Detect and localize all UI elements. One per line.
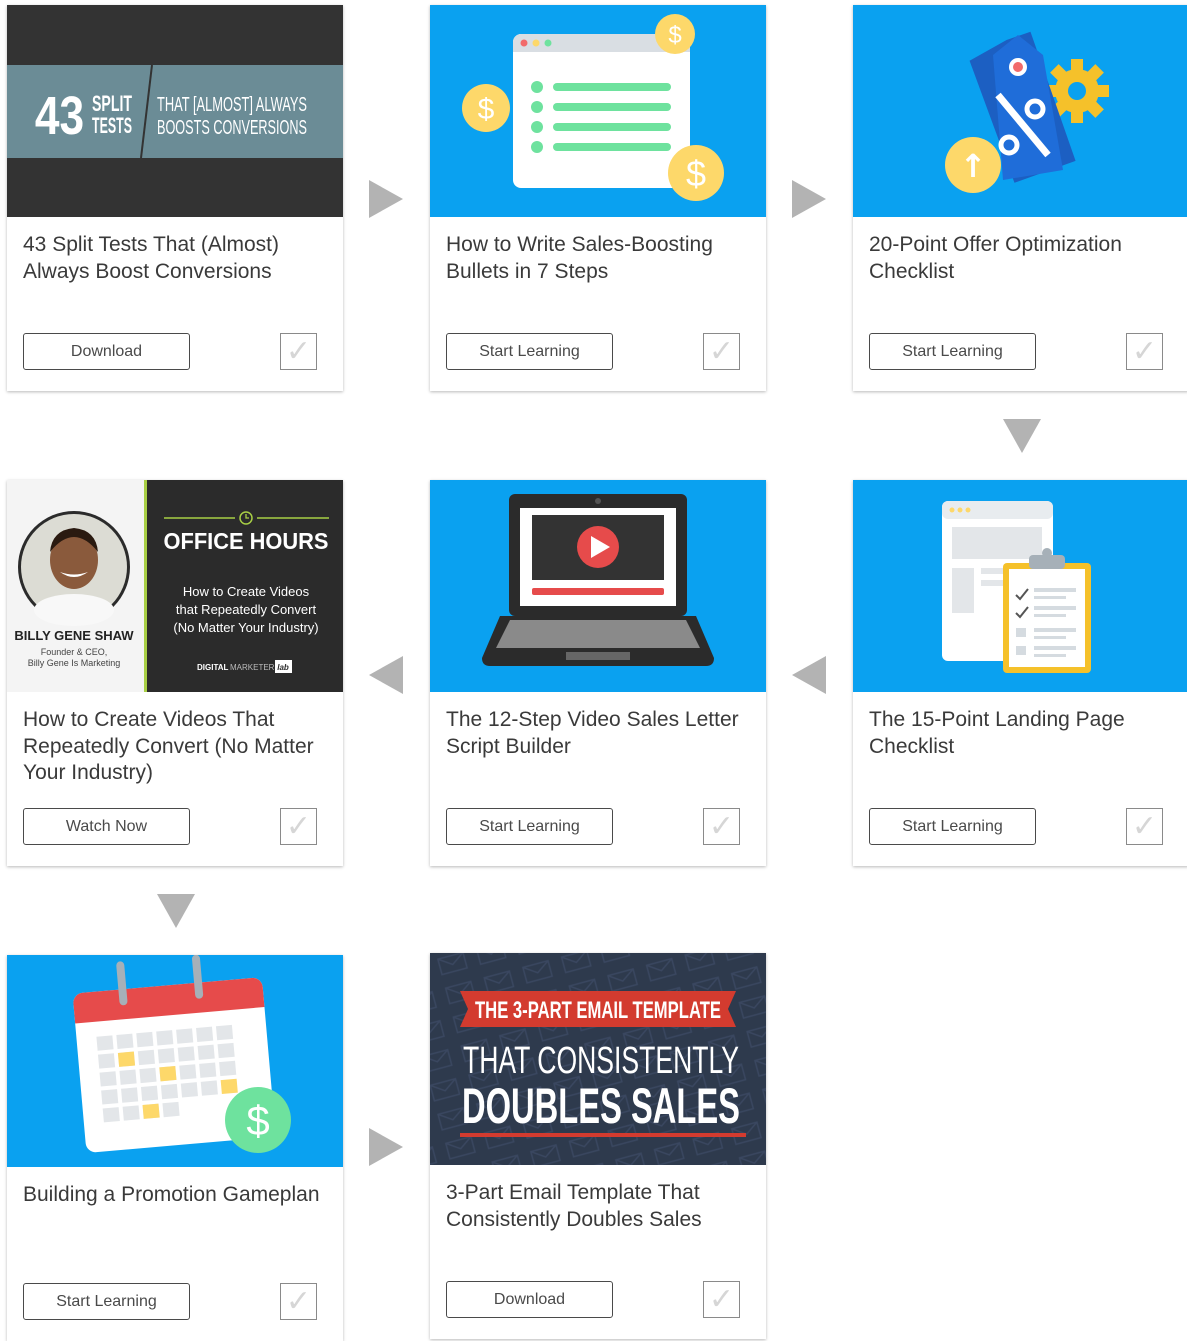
speaker-role: Founder & CEO, (41, 647, 108, 657)
arrow-right-icon (792, 180, 826, 218)
arrow-left-icon (369, 656, 403, 694)
card-offer-checklist: ↑ 20-Point Offer Optimization Checklist … (853, 5, 1187, 391)
check-icon: ✓ (1131, 334, 1158, 369)
card-thumbnail: $ (7, 955, 343, 1167)
thumb-line2: THAT CONSISTENTLY (463, 1040, 739, 1082)
arrow-down-icon (157, 894, 195, 928)
card-thumbnail (853, 480, 1187, 692)
complete-checkbox[interactable]: ✓ (280, 808, 317, 845)
speaker-company: Billy Gene Is Marketing (28, 658, 121, 668)
card-title: How to Write Sales-Boosting Bullets in 7… (446, 233, 713, 283)
arrow-left-icon (792, 656, 826, 694)
dollar-icon: $ (686, 153, 706, 194)
complete-checkbox[interactable]: ✓ (1126, 808, 1163, 845)
brand-tag: lab (277, 663, 289, 672)
check-icon: ✓ (708, 809, 735, 844)
card-thumbnail: ↑ (853, 5, 1187, 217)
thumb-tests: TESTS (92, 113, 132, 138)
complete-checkbox[interactable]: ✓ (703, 333, 740, 370)
thumb-number: 43 (35, 86, 84, 146)
check-icon: ✓ (708, 334, 735, 369)
card-thumbnail: BILLY GENE SHAW Founder & CEO, Billy Gen… (7, 480, 343, 692)
arrow-right-icon (369, 180, 403, 218)
check-icon: ✓ (285, 1284, 312, 1319)
check-icon: ✓ (285, 809, 312, 844)
arrow-down-icon (1003, 419, 1041, 453)
thumb-subtitle-2: that Repeatedly Convert (176, 602, 317, 617)
thumb-line3: DOUBLES SALES (462, 1078, 740, 1134)
card-title: 3-Part Email Template That Consistently … (446, 1181, 702, 1231)
thumb-line1: THE 3-PART EMAIL TEMPLATE (475, 997, 721, 1024)
brand-logo-light: MARKETER (230, 663, 275, 672)
dollar-icon: $ (246, 1097, 269, 1144)
start-learning-button[interactable]: Start Learning (869, 333, 1036, 370)
office-hours-heading: OFFICE HOURS (164, 528, 329, 554)
card-video-sales-letter: The 12-Step Video Sales Letter Script Bu… (430, 480, 766, 866)
complete-checkbox[interactable]: ✓ (703, 808, 740, 845)
dollar-icon: $ (668, 22, 681, 49)
card-thumbnail: 43 SPLIT TESTS THAT [ALMOST] ALWAYS BOOS… (7, 5, 343, 217)
up-arrow-icon: ↑ (960, 147, 987, 185)
check-icon: ✓ (285, 334, 312, 369)
start-learning-button[interactable]: Start Learning (23, 1283, 190, 1320)
card-title: 20-Point Offer Optimization Checklist (869, 233, 1122, 283)
thumb-line1: THAT [ALMOST] ALWAYS (157, 94, 307, 116)
dollar-icon: $ (478, 93, 495, 126)
card-email-template: THE 3-PART EMAIL TEMPLATE THAT CONSISTEN… (430, 953, 766, 1339)
arrow-right-icon (369, 1128, 403, 1166)
start-learning-button[interactable]: Start Learning (869, 808, 1036, 845)
check-icon: ✓ (1131, 809, 1158, 844)
card-title: How to Create Videos That Repeatedly Con… (23, 708, 314, 784)
card-title: The 12-Step Video Sales Letter Script Bu… (446, 708, 739, 758)
card-sales-bullets: $ $ $ How to Write Sales-Boosting Bullet… (430, 5, 766, 391)
download-button[interactable]: Download (446, 1281, 613, 1318)
card-title: 43 Split Tests That (Almost) Always Boos… (23, 233, 279, 283)
complete-checkbox[interactable]: ✓ (280, 333, 317, 370)
card-office-hours: BILLY GENE SHAW Founder & CEO, Billy Gen… (7, 480, 343, 866)
thumb-subtitle-1: How to Create Videos (183, 584, 310, 599)
complete-checkbox[interactable]: ✓ (703, 1281, 740, 1318)
start-learning-button[interactable]: Start Learning (446, 808, 613, 845)
card-title: The 15-Point Landing Page Checklist (869, 708, 1125, 758)
start-learning-button[interactable]: Start Learning (446, 333, 613, 370)
card-thumbnail: THE 3-PART EMAIL TEMPLATE THAT CONSISTEN… (430, 953, 766, 1165)
complete-checkbox[interactable]: ✓ (1126, 333, 1163, 370)
card-promotion-gameplan: $ Building a Promotion Gameplan Start Le… (7, 955, 343, 1341)
card-thumbnail (430, 480, 766, 692)
complete-checkbox[interactable]: ✓ (280, 1283, 317, 1320)
card-split-tests: 43 SPLIT TESTS THAT [ALMOST] ALWAYS BOOS… (7, 5, 343, 391)
download-button[interactable]: Download (23, 333, 190, 370)
check-icon: ✓ (708, 1282, 735, 1317)
watch-now-button[interactable]: Watch Now (23, 808, 190, 845)
card-landing-page-checklist: The 15-Point Landing Page Checklist Star… (853, 480, 1187, 866)
card-thumbnail: $ $ $ (430, 5, 766, 217)
thumb-line2: BOOSTS CONVERSIONS (157, 117, 307, 139)
card-title: Building a Promotion Gameplan (23, 1183, 320, 1206)
speaker-name: BILLY GENE SHAW (14, 628, 134, 643)
brand-logo: DIGITAL (197, 663, 229, 672)
thumb-subtitle-3: (No Matter Your Industry) (173, 620, 318, 635)
